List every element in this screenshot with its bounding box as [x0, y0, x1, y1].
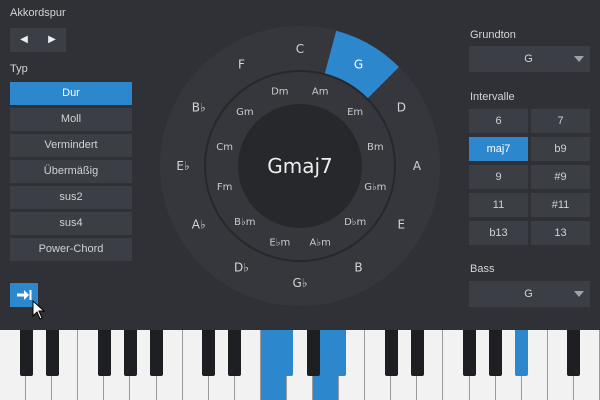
inner-note-0[interactable]: Am — [312, 87, 329, 98]
inner-note-6[interactable]: E♭m — [269, 237, 290, 248]
piano-black-key[interactable] — [410, 330, 424, 376]
piano-keyboard[interactable] — [0, 330, 600, 400]
piano-black-key[interactable] — [306, 330, 320, 376]
inner-note-8[interactable]: Fm — [217, 182, 233, 193]
interval-b13[interactable]: b13 — [469, 221, 528, 245]
chevron-down-icon — [574, 56, 584, 62]
piano-black-key[interactable] — [97, 330, 111, 376]
inner-note-9[interactable]: Cm — [216, 142, 233, 153]
interval-7[interactable]: 7 — [531, 109, 590, 133]
root-label: Grundton — [470, 29, 516, 41]
outer-note-5[interactable]: B — [354, 260, 362, 274]
outer-note-3[interactable]: A — [413, 159, 422, 173]
piano-black-key[interactable] — [45, 330, 59, 376]
outer-note-0[interactable]: C — [296, 42, 304, 56]
piano-black-key[interactable] — [19, 330, 33, 376]
interval-sharp9[interactable]: #9 — [531, 165, 590, 189]
inner-note-3[interactable]: G♭m — [364, 182, 386, 193]
piano-black-key[interactable] — [384, 330, 398, 376]
piano-black-key[interactable] — [123, 330, 137, 376]
piano-black-key[interactable] — [202, 330, 216, 376]
interval-11[interactable]: 11 — [469, 193, 528, 217]
interval-6[interactable]: 6 — [469, 109, 528, 133]
interval-13[interactable]: 13 — [531, 221, 590, 245]
piano-black-key[interactable] — [150, 330, 164, 376]
piano-black-key[interactable] — [463, 330, 477, 376]
inner-note-1[interactable]: Em — [347, 107, 363, 118]
piano-black-key[interactable] — [567, 330, 581, 376]
outer-note-11[interactable]: F — [238, 58, 245, 72]
chord-name-display: Gmaj7 — [267, 154, 333, 178]
piano-black-key[interactable] — [489, 330, 503, 376]
inner-note-2[interactable]: Bm — [367, 142, 384, 153]
outer-note-2[interactable]: D — [397, 101, 406, 115]
interval-9[interactable]: 9 — [469, 165, 528, 189]
intervals-label: Intervalle — [470, 91, 515, 103]
piano-black-key[interactable] — [515, 330, 529, 376]
piano-black-key[interactable] — [228, 330, 242, 376]
chevron-down-icon — [574, 291, 584, 297]
piano-black-key[interactable] — [332, 330, 346, 376]
bass-label: Bass — [470, 263, 495, 275]
inner-note-7[interactable]: B♭m — [234, 217, 255, 228]
piano-black-key[interactable] — [280, 330, 294, 376]
inner-note-11[interactable]: Dm — [271, 87, 288, 98]
bass-dropdown[interactable]: G — [469, 281, 590, 307]
root-dropdown[interactable]: G — [469, 46, 590, 72]
interval-maj7[interactable]: maj7 — [469, 137, 528, 161]
interval-sharp11[interactable]: #11 — [531, 193, 590, 217]
outer-note-6[interactable]: G♭ — [293, 276, 308, 290]
root-value: G — [524, 53, 533, 65]
outer-note-10[interactable]: B♭ — [192, 101, 206, 115]
outer-note-9[interactable]: E♭ — [176, 159, 189, 173]
bass-value: G — [524, 288, 533, 300]
outer-note-8[interactable]: A♭ — [192, 218, 206, 232]
interval-b9[interactable]: b9 — [531, 137, 590, 161]
outer-note-4[interactable]: E — [398, 218, 406, 232]
inner-note-4[interactable]: D♭m — [344, 217, 366, 228]
inner-note-10[interactable]: Gm — [236, 107, 254, 118]
outer-note-1[interactable]: G — [354, 58, 363, 72]
outer-note-7[interactable]: D♭ — [234, 260, 249, 274]
inner-note-5[interactable]: A♭m — [310, 237, 331, 248]
